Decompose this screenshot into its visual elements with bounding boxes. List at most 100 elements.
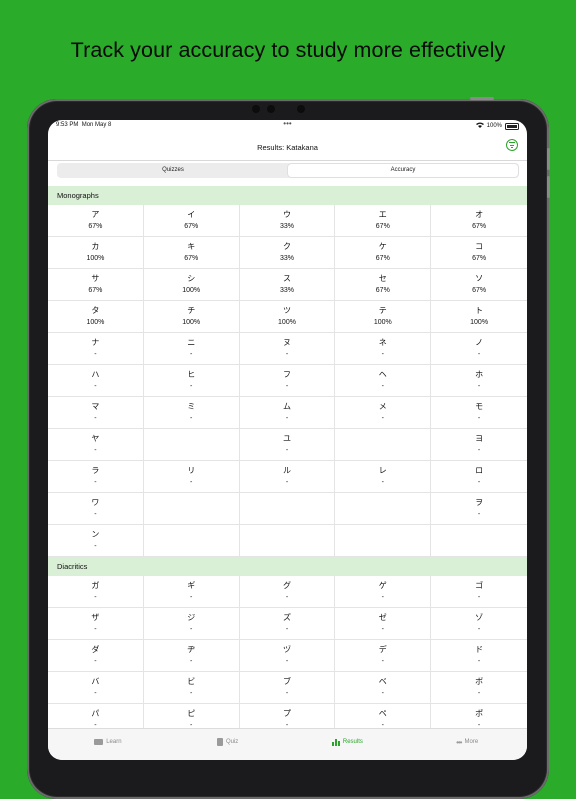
accuracy-value: - xyxy=(381,479,384,486)
kana-character: ホ xyxy=(475,370,484,379)
accuracy-value: - xyxy=(94,383,97,390)
kana-cell: ケ 67% xyxy=(335,237,432,269)
kana-character: コ xyxy=(475,242,484,251)
accuracy-value: 67% xyxy=(88,287,103,294)
segmented-control: Quizzes Accuracy xyxy=(57,163,519,178)
kana-character: ル xyxy=(282,466,291,475)
camera-icon xyxy=(252,105,260,113)
accuracy-value: - xyxy=(190,594,193,601)
kana-character: オ xyxy=(475,210,484,219)
kana-character: デ xyxy=(378,645,387,654)
kana-cell: ウ 33% xyxy=(239,205,336,237)
kana-character: ク xyxy=(282,242,291,251)
tab-quiz[interactable]: Quiz xyxy=(168,723,288,760)
kana-cell xyxy=(143,429,240,461)
multitasking-dots-icon[interactable]: ••• xyxy=(48,120,527,128)
tab-more[interactable]: ••• More xyxy=(407,723,527,760)
accuracy-value: - xyxy=(285,383,289,390)
accuracy-value: 67% xyxy=(472,255,487,262)
kana-cell xyxy=(335,429,432,461)
kana-character: エ xyxy=(378,210,387,219)
kana-cell: サ 67% xyxy=(48,269,144,301)
accuracy-value: - xyxy=(94,447,97,454)
segment-quizzes[interactable]: Quizzes xyxy=(58,164,288,177)
kana-cell: カ 100% xyxy=(48,237,144,269)
kana-character: ズ xyxy=(282,613,291,622)
kana-character: ジ xyxy=(187,613,196,622)
kana-cell: ロ- xyxy=(431,461,527,493)
filter-icon[interactable] xyxy=(506,139,518,151)
kana-character: ニ xyxy=(187,338,196,347)
status-right: 100% xyxy=(475,122,519,130)
accuracy-value: - xyxy=(94,479,97,486)
kana-character: ゼ xyxy=(378,613,387,622)
kana-character: テ xyxy=(378,306,387,315)
kana-cell: ノ- xyxy=(431,333,527,365)
kana-character: ヌ xyxy=(282,338,291,347)
kana-cell: ム- xyxy=(239,397,336,429)
kana-cell: ヨ- xyxy=(431,429,527,461)
kana-cell: ヤ- xyxy=(48,429,144,461)
accuracy-value: - xyxy=(381,626,384,633)
kana-cell: ゲ- xyxy=(335,576,432,608)
accuracy-value: - xyxy=(285,690,289,697)
kana-cell: ン- xyxy=(48,525,144,557)
kana-character: グ xyxy=(282,581,291,590)
kana-character: ヒ xyxy=(187,370,196,379)
kana-character: ゾ xyxy=(475,613,484,622)
kana-cell: ド- xyxy=(431,640,527,672)
accuracy-value: - xyxy=(381,351,384,358)
kana-cell: コ 67% xyxy=(431,237,527,269)
segment-accuracy[interactable]: Accuracy xyxy=(288,164,518,177)
kana-character: ペ xyxy=(378,709,387,718)
tab-results[interactable]: Results xyxy=(288,723,408,760)
kana-cell: キ 67% xyxy=(143,237,240,269)
kana-character: ヅ xyxy=(282,645,291,654)
kana-character: ビ xyxy=(187,677,196,686)
accuracy-value: - xyxy=(94,351,97,358)
accuracy-value: - xyxy=(190,658,193,665)
accuracy-value: - xyxy=(285,415,289,422)
kana-cell: ダ- xyxy=(48,640,144,672)
kana-cell: ニ- xyxy=(143,333,240,365)
kana-cell: フ- xyxy=(239,365,336,397)
status-bar: 9:53 PM Mon May 8 ••• 100% xyxy=(48,120,527,132)
kana-cell: セ 67% xyxy=(335,269,432,301)
accuracy-value: - xyxy=(190,383,193,390)
tab-learn[interactable]: Learn xyxy=(48,723,168,760)
tab-quiz-label: Quiz xyxy=(225,739,239,745)
accuracy-value: - xyxy=(477,594,481,601)
kana-character: チ xyxy=(187,306,196,315)
accuracy-value: 67% xyxy=(375,287,390,294)
more-icon: ••• xyxy=(456,737,462,747)
kana-character: ミ xyxy=(187,402,196,411)
kana-character: プ xyxy=(282,709,291,718)
side-button xyxy=(547,176,550,198)
accuracy-value: - xyxy=(94,415,97,422)
accuracy-value: 67% xyxy=(375,223,390,230)
tab-bar: Learn Quiz Results ••• More xyxy=(48,728,527,760)
kana-cell: リ- xyxy=(143,461,240,493)
kana-cell: ズ- xyxy=(239,608,336,640)
kana-grid: ア 67% イ 67% ウ 33% エ 67% オ 67% カ 100% キ 67% ク 33% ケ 67% コ 67… xyxy=(48,205,527,557)
accuracy-value: - xyxy=(477,479,481,486)
kana-cell: ザ- xyxy=(48,608,144,640)
kana-character: ナ xyxy=(91,338,100,347)
accuracy-value: 67% xyxy=(184,255,199,262)
kana-character: マ xyxy=(91,402,100,411)
section-header: Monographs xyxy=(48,186,527,205)
kana-cell: ツ 100% xyxy=(239,301,336,333)
accuracy-value: - xyxy=(285,351,289,358)
kana-cell: ゾ- xyxy=(431,608,527,640)
kana-character: ロ xyxy=(475,466,484,475)
kana-character: バ xyxy=(91,677,100,686)
kana-cell xyxy=(335,525,432,557)
kana-character: レ xyxy=(378,466,387,475)
accuracy-list[interactable]: Monographs ア 67% イ 67% ウ 33% エ 67% オ 67% カ 100% キ 67% ク… xyxy=(48,186,527,728)
accuracy-value: - xyxy=(94,626,97,633)
kana-character: ベ xyxy=(378,677,387,686)
kana-cell: ヘ- xyxy=(335,365,432,397)
kana-character: ツ xyxy=(282,306,291,315)
kana-character: ケ xyxy=(378,242,387,251)
kana-character: ヨ xyxy=(475,434,484,443)
